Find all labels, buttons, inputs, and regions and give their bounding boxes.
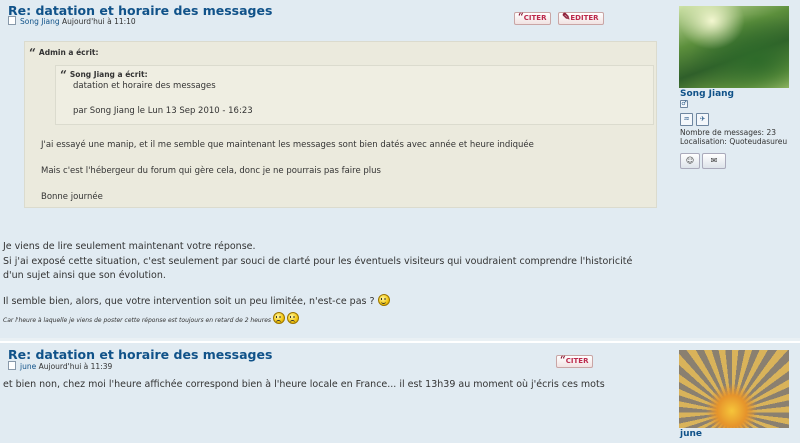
quote-paragraph: Mais c'est l'hébergeur du forum qui gère…	[41, 166, 381, 176]
post-date: Aujourd'hui à 11:10	[62, 17, 136, 26]
edit-button[interactable]: ✎EDITER	[558, 12, 604, 25]
profile-location: Localisation: Quoteudasureu	[680, 137, 788, 146]
profile-username[interactable]: june	[680, 429, 702, 439]
nested-quote-cite: “Song Jiang a écrit:	[60, 68, 148, 82]
author-link[interactable]: Song Jiang	[20, 17, 60, 26]
post-meta: june Aujourd'hui à 11:39	[8, 361, 112, 371]
quote-button-label: CITER	[523, 14, 547, 22]
profile-button[interactable]: ☺	[680, 153, 700, 169]
post-body-line: Je viens de lire seulement maintenant vo…	[3, 241, 256, 252]
nested-quote-line: par Song Jiang le Lun 13 Sep 2010 - 16:2…	[73, 106, 253, 116]
sad-smiley-icon	[286, 312, 299, 324]
post-title[interactable]: Re: datation et horaire des messages	[8, 347, 272, 362]
post-1: Re: datation et horaire des messages Son…	[0, 0, 800, 338]
document-icon[interactable]	[8, 361, 16, 370]
post-body-line: d'un sujet ainsi que son évolution.	[3, 270, 166, 281]
post-signature: Car l'heure à laquelle je viens de poste…	[3, 312, 299, 324]
quote-button[interactable]: “CITER	[514, 12, 552, 25]
avatar[interactable]	[679, 350, 789, 428]
chinese-zodiac-icon: ✈	[696, 113, 709, 126]
quote-paragraph: Bonne journée	[41, 192, 103, 202]
sad-smiley-icon	[272, 312, 285, 324]
post-meta: Song Jiang Aujourd'hui à 11:10	[8, 16, 136, 26]
quote-cite: “Admin a écrit:	[29, 46, 99, 60]
pm-icon: ✉	[710, 156, 718, 165]
quote-mark-icon: “	[29, 46, 36, 60]
pm-button[interactable]: ✉	[702, 153, 726, 169]
gender-icon: ♂	[680, 100, 688, 108]
post-body-line: et bien non, chez moi l'heure affichée c…	[3, 379, 605, 390]
avatar[interactable]	[679, 6, 789, 88]
author-link[interactable]: june	[20, 362, 36, 371]
quote-block: “Admin a écrit: “Song Jiang a écrit: dat…	[24, 41, 657, 208]
post-body-line: Il semble bien, alors, que votre interve…	[3, 294, 390, 307]
post-date: Aujourd'hui à 11:39	[38, 362, 113, 371]
zodiac-icon: ♒	[680, 113, 693, 126]
profile-message-count: Nombre de messages: 23	[680, 128, 777, 137]
quote-paragraph: J'ai essayé une manip, et il me semble q…	[41, 140, 534, 150]
profile-username[interactable]: Song Jiang	[680, 89, 734, 99]
quote-button-label: CITER	[565, 357, 589, 365]
quote-mark-icon: “	[60, 68, 67, 82]
edit-button-label: EDITER	[570, 14, 599, 22]
document-icon[interactable]	[8, 16, 16, 25]
smiley-icon	[377, 294, 390, 306]
quote-button[interactable]: “CITER	[556, 355, 594, 368]
nested-quote-line: datation et horaire des messages	[73, 81, 216, 91]
post-body-line: Si j'ai exposé cette situation, c'est se…	[3, 256, 633, 267]
profile-icon: ☺	[685, 156, 695, 165]
nested-quote-block: “Song Jiang a écrit: datation et horaire…	[55, 65, 654, 125]
